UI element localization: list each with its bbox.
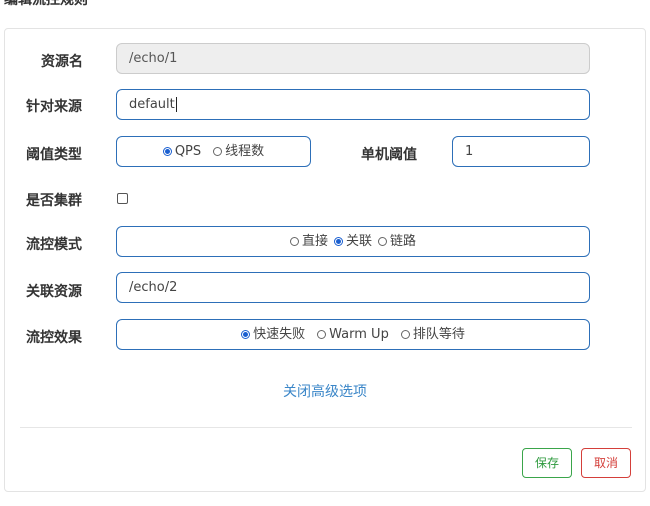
single-threshold-value: 1 — [465, 144, 474, 159]
radio-unchecked-icon — [289, 237, 299, 246]
radio-checked-icon — [162, 147, 172, 156]
radio-checked-icon — [333, 237, 343, 246]
effect-warm-up-radio[interactable]: Warm Up — [317, 320, 389, 349]
save-button[interactable]: 保存 — [522, 448, 572, 478]
flow-mode-chain-label: 链路 — [390, 234, 417, 249]
threshold-type-qps-radio[interactable]: QPS — [162, 137, 202, 166]
flow-mode-direct-label: 直接 — [301, 234, 328, 249]
effect-group: 快速失败 Warm Up 排队等待 — [116, 319, 590, 350]
effect-label: 流控效果 — [26, 330, 82, 346]
threshold-type-label: 阈值类型 — [26, 147, 82, 163]
effect-queue-radio[interactable]: 排队等待 — [400, 320, 465, 349]
origin-value: default — [129, 97, 175, 112]
cluster-checkbox[interactable] — [117, 193, 128, 204]
cancel-button[interactable]: 取消 — [581, 448, 631, 478]
single-threshold-label: 单机阈值 — [361, 147, 417, 163]
radio-checked-icon — [241, 330, 251, 339]
single-threshold-input[interactable]: 1 — [452, 136, 590, 167]
effect-warm-up-label: Warm Up — [329, 327, 389, 342]
origin-label: 针对来源 — [26, 99, 82, 115]
flow-mode-related-radio[interactable]: 关联 — [333, 227, 372, 256]
threshold-type-thread-label: 线程数 — [225, 144, 265, 159]
radio-unchecked-icon — [378, 237, 387, 246]
flow-mode-group: 直接 关联 链路 — [116, 226, 590, 257]
radio-unchecked-icon — [400, 330, 410, 339]
radio-unchecked-icon — [317, 330, 327, 339]
radio-unchecked-icon — [213, 147, 223, 156]
resource-label: 资源名 — [41, 54, 83, 70]
flow-mode-direct-radio[interactable]: 直接 — [289, 227, 328, 256]
threshold-type-thread-radio[interactable]: 线程数 — [213, 137, 264, 166]
effect-queue-label: 排队等待 — [412, 327, 465, 342]
resource-field: /echo/1 — [116, 43, 590, 74]
threshold-type-group: QPS 线程数 — [116, 136, 311, 167]
flow-mode-related-label: 关联 — [345, 234, 372, 249]
origin-input[interactable]: default — [116, 89, 590, 120]
flow-mode-label: 流控模式 — [26, 237, 82, 253]
flow-mode-chain-radio[interactable]: 链路 — [378, 227, 416, 256]
close-advanced-options-link[interactable]: 关闭高级选项 — [0, 381, 650, 401]
effect-fast-fail-radio[interactable]: 快速失败 — [241, 320, 305, 349]
cluster-label: 是否集群 — [26, 193, 82, 209]
threshold-type-qps-label: QPS — [174, 144, 202, 159]
effect-fast-fail-label: 快速失败 — [253, 327, 306, 342]
related-resource-label: 关联资源 — [26, 284, 82, 300]
related-resource-value: /echo/2 — [129, 280, 178, 295]
dialog-title: 编辑流控规则 — [4, 0, 88, 8]
footer-divider — [20, 427, 632, 428]
text-cursor — [175, 97, 177, 112]
resource-value: /echo/1 — [129, 51, 178, 66]
related-resource-input[interactable]: /echo/2 — [116, 272, 590, 303]
